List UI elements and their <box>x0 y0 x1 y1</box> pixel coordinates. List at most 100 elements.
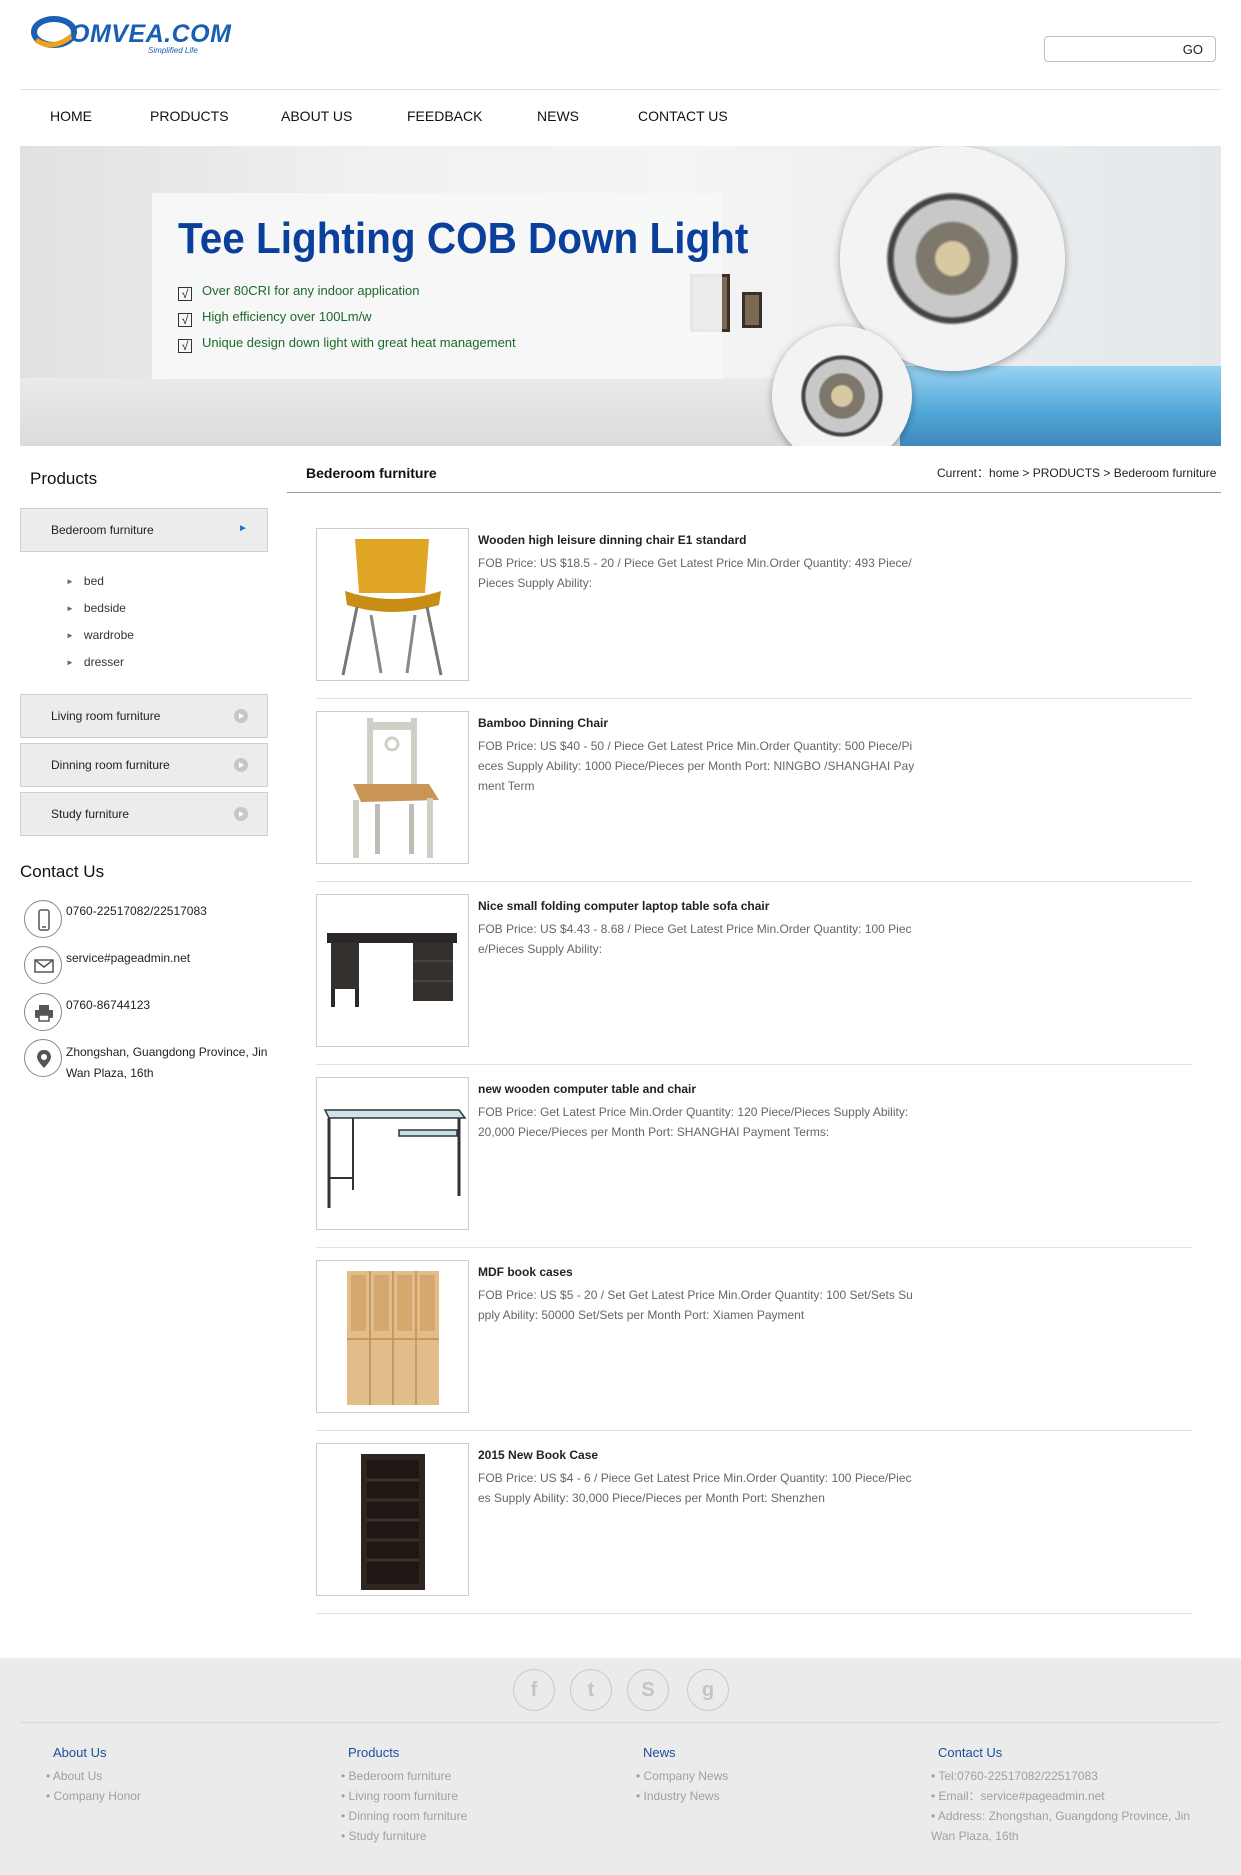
checkbox-icon: √ <box>178 313 192 327</box>
search-input[interactable] <box>1051 40 1179 58</box>
product-title[interactable]: Nice small folding computer laptop table… <box>478 899 769 913</box>
product-item[interactable]: new wooden computer table and chair FOB … <box>316 1065 1192 1248</box>
footer-col-news: News Company News Industry News <box>636 1745 728 1806</box>
triangle-icon: ► <box>66 631 74 640</box>
nav-contact-us[interactable]: CONTACT US <box>638 108 728 124</box>
category-study[interactable]: Study furniture <box>20 792 268 836</box>
main-nav: HOME PRODUCTS ABOUT US FEEDBACK NEWS CON… <box>20 91 1221 146</box>
product-item[interactable]: MDF book cases FOB Price: US $5 - 20 / S… <box>316 1248 1192 1431</box>
product-description: FOB Price: US $5 - 20 / Set Get Latest P… <box>478 1288 913 1322</box>
footer-link[interactable]: Study furniture <box>341 1826 467 1846</box>
breadcrumb[interactable]: Current：home > PRODUCTS > Bederoom furni… <box>937 464 1216 481</box>
facebook-icon[interactable]: f <box>513 1669 555 1711</box>
checkbox-icon: √ <box>178 287 192 301</box>
category-bedroom-furniture[interactable]: Bederoom furniture ► <box>20 508 268 552</box>
nav-products[interactable]: PRODUCTS <box>150 108 229 124</box>
nav-news[interactable]: NEWS <box>537 108 579 124</box>
triangle-icon: ► <box>66 577 74 586</box>
footer-email[interactable]: Email：service#pageadmin.net <box>931 1786 1191 1806</box>
category-label: Study furniture <box>51 807 130 821</box>
nav-about-us[interactable]: ABOUT US <box>281 108 352 124</box>
product-description: FOB Price: Get Latest Price Min.Order Qu… <box>478 1105 909 1139</box>
product-image[interactable] <box>316 894 469 1047</box>
nav-home[interactable]: HOME <box>50 108 92 124</box>
category-label: Living room furniture <box>51 709 161 723</box>
fax-icon <box>24 993 62 1031</box>
play-circle-icon <box>234 758 248 772</box>
banner-title: Tee Lighting COB Down Light <box>178 214 749 263</box>
footer-link[interactable]: Industry News <box>636 1786 728 1806</box>
product-title[interactable]: Wooden high leisure dinning chair E1 sta… <box>478 533 746 547</box>
footer-link[interactable]: About Us <box>46 1766 141 1786</box>
product-item[interactable]: 2015 New Book Case FOB Price: US $4 - 6 … <box>316 1431 1192 1614</box>
product-item[interactable]: Wooden high leisure dinning chair E1 sta… <box>316 516 1192 699</box>
product-title[interactable]: new wooden computer table and chair <box>478 1082 696 1096</box>
product-title[interactable]: Bamboo Dinning Chair <box>478 716 608 730</box>
footer-col-about: About Us About Us Company Honor <box>46 1745 141 1806</box>
footer-tel: Tel:0760-22517082/22517083 <box>931 1766 1191 1786</box>
footer-link[interactable]: Company News <box>636 1766 729 1786</box>
footer-col-contact: Contact Us Tel:0760-22517082/22517083 Em… <box>931 1745 1191 1846</box>
banner-bullet: √ High efficiency over 100Lm/w <box>178 309 372 327</box>
site-header: OMVEA.COM Simplified Life GO <box>20 0 1221 90</box>
footer-link[interactable]: Bederoom furniture <box>341 1766 467 1786</box>
product-description: FOB Price: US $4 - 6 / Piece Get Latest … <box>478 1471 912 1505</box>
divider <box>287 492 1221 493</box>
footer-heading[interactable]: News <box>643 1745 728 1760</box>
nav-feedback[interactable]: FEEDBACK <box>407 108 482 124</box>
subcategory-bedside[interactable]: ► bedside <box>66 601 126 615</box>
mail-icon <box>24 946 62 984</box>
product-image[interactable] <box>316 711 469 864</box>
product-image[interactable] <box>316 1443 469 1596</box>
triangle-icon: ► <box>66 658 74 667</box>
footer-heading[interactable]: Products <box>348 1745 467 1760</box>
google-plus-icon[interactable]: g <box>687 1669 729 1711</box>
product-item[interactable]: Nice small folding computer laptop table… <box>316 882 1192 1065</box>
skype-icon[interactable]: S <box>627 1669 669 1711</box>
phone-icon <box>24 900 62 938</box>
logo-text: OMVEA.COM <box>70 20 232 48</box>
product-title[interactable]: 2015 New Book Case <box>478 1448 598 1462</box>
product-image[interactable] <box>316 1077 469 1230</box>
banner-bullet: √ Unique design down light with great hea… <box>178 335 516 353</box>
product-item[interactable]: Bamboo Dinning Chair FOB Price: US $40 -… <box>316 699 1192 882</box>
footer-heading[interactable]: Contact Us <box>938 1745 1191 1760</box>
contact-email: service#pageadmin.net <box>66 951 191 965</box>
product-image[interactable] <box>316 528 469 681</box>
product-description: FOB Price: US $40 - 50 / Piece Get Lates… <box>478 739 915 793</box>
twitter-icon[interactable]: t <box>570 1669 612 1711</box>
triangle-icon: ► <box>66 604 74 613</box>
arrow-right-icon: ► <box>238 523 248 534</box>
logo-tagline: Simplified Life <box>148 46 198 55</box>
product-description: FOB Price: US $18.5 - 20 / Piece Get Lat… <box>478 556 912 590</box>
category-living-room[interactable]: Living room furniture <box>20 694 268 738</box>
footer-divider <box>20 1722 1221 1723</box>
footer-link[interactable]: Dinning room furniture <box>341 1806 468 1826</box>
footer-address: Address: Zhongshan, Guangdong Province, … <box>931 1806 1191 1846</box>
banner-bullet: √ Over 80CRI for any indoor application <box>178 283 420 301</box>
subcategory-wardrobe[interactable]: ► wardrobe <box>66 628 134 642</box>
subcategory-dresser[interactable]: ► dresser <box>66 655 124 669</box>
category-dinning-room[interactable]: Dinning room furniture <box>20 743 268 787</box>
contact-title: Contact Us <box>20 862 105 881</box>
play-circle-icon <box>234 807 248 821</box>
pool-image <box>900 366 1221 446</box>
checkbox-icon: √ <box>178 339 192 353</box>
contact-address: Zhongshan, Guangdong Province, Jin Wan P… <box>66 1045 268 1080</box>
subcategory-bed[interactable]: ► bed <box>66 574 104 588</box>
logo[interactable]: OMVEA.COM Simplified Life <box>30 12 235 60</box>
product-description: FOB Price: US $4.43 - 8.68 / Piece Get L… <box>478 922 912 956</box>
product-title[interactable]: MDF book cases <box>478 1265 573 1279</box>
sidebar-title: Products <box>30 469 98 488</box>
product-image[interactable] <box>316 1260 469 1413</box>
category-label: Dinning room furniture <box>51 758 170 772</box>
footer-heading[interactable]: About Us <box>53 1745 141 1760</box>
play-circle-icon <box>234 709 248 723</box>
location-pin-icon <box>24 1039 62 1077</box>
footer-col-products: Products Bederoom furniture Living room … <box>341 1745 467 1846</box>
search-go-button[interactable]: GO <box>1183 42 1203 57</box>
footer-link[interactable]: Company Honor <box>46 1786 141 1806</box>
footer-link[interactable]: Living room furniture <box>341 1786 467 1806</box>
gallery-painting <box>742 292 762 328</box>
contact-phone: 0760-22517082/22517083 <box>66 904 207 918</box>
